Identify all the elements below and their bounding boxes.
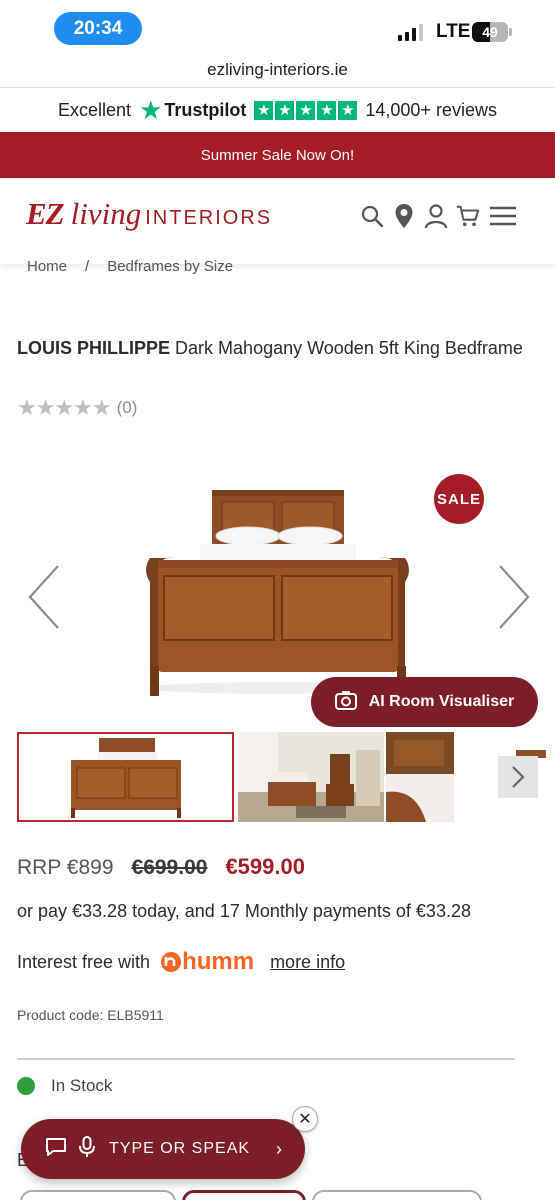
stock-status: In Stock — [17, 1076, 112, 1096]
stock-label: In Stock — [51, 1076, 113, 1095]
microphone-icon — [79, 1135, 95, 1163]
battery-level: 49 — [482, 24, 498, 40]
divider — [17, 1058, 515, 1060]
star-icon: ★ — [338, 100, 358, 120]
visualiser-label: AI Room Visualiser — [368, 693, 515, 710]
status-time: 20:34 — [54, 12, 142, 45]
product-rating[interactable]: ★★★★★ (0) — [17, 395, 137, 421]
status-bar: 20:34 LTE 49 — [0, 0, 555, 58]
camera-icon — [334, 690, 357, 715]
thumbnail-next-button[interactable] — [498, 756, 538, 798]
star-icon: ★ — [317, 100, 337, 120]
old-price: €699.00 — [131, 856, 208, 879]
trustpilot-rating-word: Excellent — [58, 99, 132, 120]
thumbnail-2[interactable] — [238, 732, 384, 822]
trustpilot-brand: Trustpilot — [164, 99, 247, 120]
more-info-link[interactable]: more info — [270, 952, 345, 973]
chat-label: TYPE OR SPEAK — [109, 1140, 251, 1157]
cart-icon[interactable] — [456, 202, 480, 230]
price-block: RRP €899 €699.00 €599.00 — [17, 854, 305, 880]
rating-count: (0) — [116, 398, 138, 417]
image-next-arrow[interactable] — [494, 562, 534, 632]
option-chip[interactable] — [312, 1190, 482, 1200]
star-icon: ★ — [296, 100, 316, 120]
logo-living: living — [70, 196, 142, 231]
battery-icon: 49 — [472, 22, 508, 42]
breadcrumb-separator: / — [85, 258, 90, 275]
sale-badge: SALE — [434, 474, 484, 524]
thumbnail-3[interactable] — [386, 732, 454, 822]
rrp-price: RRP €899 — [17, 856, 114, 879]
chevron-right-icon: › — [276, 1138, 284, 1159]
star-icon: ★ — [275, 100, 295, 120]
ai-room-visualiser-button[interactable]: AI Room Visualiser — [311, 677, 538, 727]
account-icon[interactable] — [424, 202, 448, 230]
network-type: LTE — [436, 21, 471, 42]
signal-icon — [398, 24, 423, 41]
product-brand: LOUIS PHILLIPPE — [17, 338, 171, 358]
stock-dot-icon — [17, 1077, 35, 1095]
trustpilot-bar[interactable]: Excellent ★ Trustpilot ★ ★ ★ ★ ★ 14,000+… — [0, 89, 555, 131]
location-icon[interactable] — [392, 202, 416, 230]
option-chip[interactable] — [20, 1190, 176, 1200]
breadcrumb-home[interactable]: Home — [27, 258, 67, 275]
logo-ez: EZ — [26, 196, 65, 231]
breadcrumb: Home / Bedframes by Size — [27, 258, 233, 275]
option-chip[interactable] — [182, 1190, 306, 1200]
finance-text: or pay €33.28 today, and 17 Monthly paym… — [17, 901, 471, 921]
product-title: LOUIS PHILLIPPE Dark Mahogany Wooden 5ft… — [17, 333, 537, 364]
search-icon[interactable] — [360, 202, 384, 230]
humm-logo-text: humm — [182, 948, 255, 975]
header-icons — [360, 202, 518, 230]
menu-icon[interactable] — [488, 202, 518, 230]
product-code: Product code: ELB5911 — [17, 1007, 164, 1023]
sale-price: €599.00 — [225, 854, 305, 879]
trustpilot-logo: ★ Trustpilot — [139, 97, 246, 123]
star-icon: ★ — [254, 100, 274, 120]
humm-icon — [161, 952, 182, 972]
product-name: Dark Mahogany Wooden 5ft King Bedframe — [175, 338, 523, 358]
trustpilot-star-icon: ★ — [139, 95, 163, 125]
breadcrumb-bedframes[interactable]: Bedframes by Size — [107, 258, 233, 275]
sale-banner[interactable]: Summer Sale Now On! — [0, 132, 555, 178]
site-header: EZ living INTERIORS — [0, 178, 555, 264]
humm-logo: humm — [160, 948, 254, 976]
chat-widget-button[interactable]: TYPE OR SPEAK › — [21, 1119, 305, 1179]
interest-text: Interest free with — [17, 951, 151, 972]
trustpilot-reviews: 14,000+ reviews — [365, 99, 497, 120]
thumbnail-strip — [17, 732, 555, 822]
logo-interiors: INTERIORS — [145, 207, 273, 229]
chat-close-button[interactable]: ✕ — [292, 1106, 318, 1132]
chat-bubble-icon — [45, 1137, 67, 1162]
humm-line: Interest free with humm more info — [17, 948, 345, 976]
url-bar[interactable]: ezliving-interiors.ie — [0, 58, 555, 88]
battery-tip — [509, 28, 512, 36]
image-prev-arrow[interactable] — [26, 562, 66, 632]
rating-stars-icon: ★★★★★ — [17, 395, 112, 420]
option-chips — [20, 1190, 520, 1200]
thumbnail-1[interactable] — [17, 732, 234, 822]
site-logo[interactable]: EZ living INTERIORS — [26, 196, 272, 232]
trustpilot-stars: ★ ★ ★ ★ ★ — [254, 100, 358, 120]
